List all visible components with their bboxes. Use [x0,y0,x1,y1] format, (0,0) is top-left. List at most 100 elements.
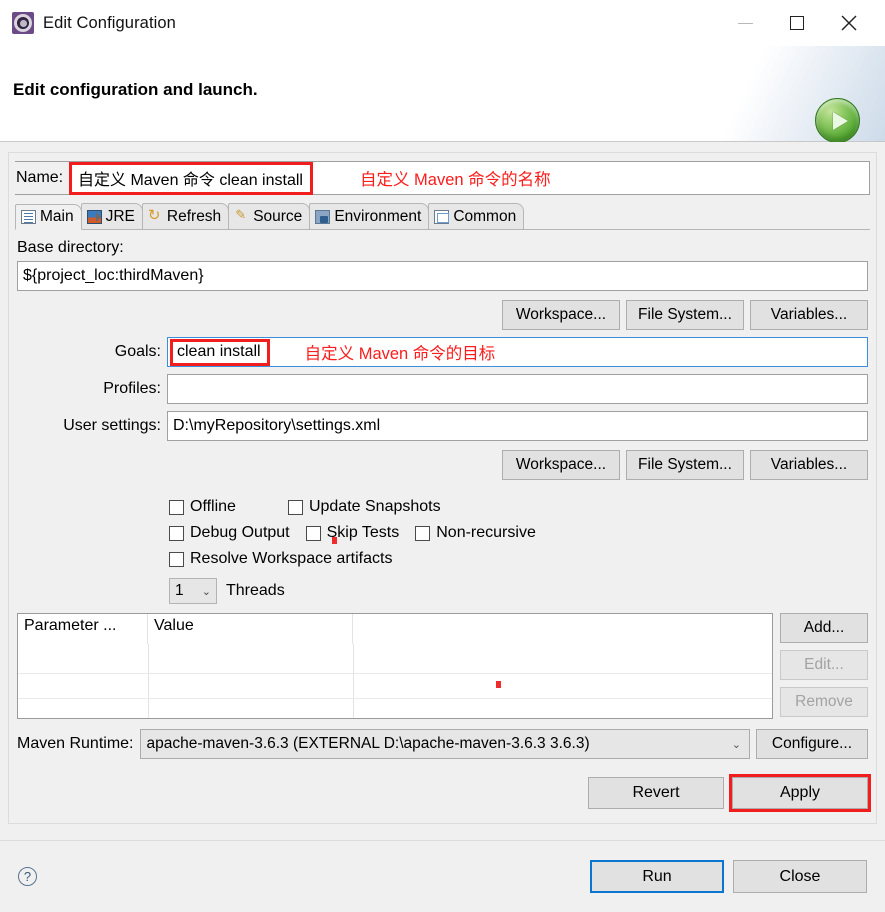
checkbox-row-3: Resolve Workspace artifacts [169,546,868,572]
name-value: 自定义 Maven 命令 clean install [69,161,313,195]
checkbox-row-1: Offline Update Snapshots [169,494,868,520]
column-parameter: Parameter ... [18,614,148,644]
config-panel: Name: 自定义 Maven 命令 clean install 自定义 Mav… [8,152,877,824]
edit-parameter-button: Edit... [780,650,868,680]
red-artifact-dot-upper [332,537,337,544]
dialog-footer: ? Run Close [0,840,885,912]
edit-configuration-window: Edit Configuration Edit configuration an… [0,0,885,912]
checkbox-debug-output[interactable] [169,525,184,541]
dialog-body: Name: 自定义 Maven 命令 clean install 自定义 Mav… [0,142,885,840]
run-button[interactable]: Run [590,860,724,893]
checkbox-row-2: Debug Output Skip Tests Non-recursive [169,520,868,546]
goals-annotation: 自定义 Maven 命令的目标 [304,345,496,363]
tab-environment[interactable]: Environment [309,203,430,229]
checkbox-update-snapshots-label: Update Snapshots [308,498,441,515]
settings-file-system-button[interactable]: File System... [626,450,744,480]
common-tab-icon [434,209,450,224]
checkbox-update-snapshots[interactable] [287,499,303,515]
environment-tab-icon [315,209,331,224]
base-file-system-button[interactable]: File System... [626,300,744,330]
revert-button[interactable]: Revert [588,777,724,809]
banner-title: Edit configuration and launch. [13,80,258,99]
close-icon [841,15,857,31]
red-artifact-dot-lower [496,681,501,688]
goals-input[interactable]: clean install 自定义 Maven 命令的目标 [167,337,868,367]
run-play-icon [815,98,860,143]
close-window-button[interactable] [823,0,875,46]
tab-jre-label: JRE [105,207,135,225]
checkbox-debug-output-label: Debug Output [190,524,290,541]
jre-tab-icon [86,209,102,224]
profiles-row: Profiles: [17,374,868,404]
base-directory-buttons: Workspace... File System... Variables... [17,300,868,330]
base-directory-input[interactable]: ${project_loc:thirdMaven} [17,261,868,291]
revert-apply-row: Revert Apply [15,774,871,812]
settings-variables-button[interactable]: Variables... [750,450,868,480]
checkbox-offline[interactable] [169,499,184,515]
column-extra [353,614,772,644]
goals-value: clean install [170,338,270,366]
user-settings-buttons: Workspace... File System... Variables... [17,450,868,480]
main-tab-icon [21,210,36,224]
options-checkboxes: Offline Update Snapshots Debug Output Sk… [17,494,868,572]
maven-runtime-value: apache-maven-3.6.3 (EXTERNAL D:\apache-m… [146,735,590,752]
parameters-table[interactable]: Parameter ... Value [17,613,773,719]
checkbox-non-recursive[interactable] [415,525,431,541]
goals-row: Goals: clean install 自定义 Maven 命令的目标 [17,337,868,367]
tab-bar: Main JRE Refresh Source Environment [15,203,870,230]
main-tab-panel: Base directory: ${project_loc:thirdMaven… [15,239,870,759]
window-title: Edit Configuration [43,13,176,32]
base-directory-label: Base directory: [17,239,124,256]
footer-buttons: Run Close [590,860,867,893]
tab-source[interactable]: Source [228,203,311,229]
profiles-input[interactable] [167,374,868,404]
goals-label: Goals: [114,343,161,360]
chevron-down-icon: ⌄ [201,585,211,598]
parameters-table-header: Parameter ... Value [18,614,772,644]
tab-jre[interactable]: JRE [80,203,143,229]
threads-label: Threads [226,582,285,599]
name-label: Name: [10,162,72,194]
window-controls [719,0,885,46]
base-workspace-button[interactable]: Workspace... [502,300,620,330]
checkbox-skip-tests-label: Skip Tests [326,524,400,541]
user-settings-input[interactable]: D:\myRepository\settings.xml [167,411,868,441]
tab-environment-label: Environment [334,207,422,225]
tab-common[interactable]: Common [428,203,525,229]
settings-workspace-button[interactable]: Workspace... [502,450,620,480]
title-bar: Edit Configuration [0,0,885,46]
close-button[interactable]: Close [733,860,867,893]
configure-button[interactable]: Configure... [756,729,868,759]
threads-stepper[interactable]: 1 ⌄ [169,578,217,604]
apply-button[interactable]: Apply [729,774,871,812]
dialog-banner: Edit configuration and launch. [0,46,885,143]
parameters-section: Parameter ... Value Add... Edit... Remov… [17,613,868,719]
name-annotation: 自定义 Maven 命令的名称 [359,171,551,189]
parameters-table-buttons: Add... Edit... Remove [780,613,868,719]
maven-runtime-select[interactable]: apache-maven-3.6.3 (EXTERNAL D:\apache-m… [139,729,750,759]
threads-row: 1 ⌄ Threads [17,578,868,604]
tab-source-label: Source [253,207,303,225]
gear-icon [12,12,34,34]
base-variables-button[interactable]: Variables... [750,300,868,330]
add-parameter-button[interactable]: Add... [780,613,868,643]
source-tab-icon [234,207,249,224]
tab-common-label: Common [453,207,517,225]
checkbox-resolve-workspace-artifacts-label: Resolve Workspace artifacts [190,550,393,567]
checkbox-skip-tests[interactable] [305,525,321,541]
tab-main[interactable]: Main [15,204,82,230]
checkbox-offline-label: Offline [190,498,236,515]
refresh-tab-icon [148,206,163,224]
name-row: Name: 自定义 Maven 命令 clean install 自定义 Mav… [10,161,870,195]
help-icon[interactable]: ? [18,867,37,886]
maximize-button[interactable] [771,0,823,46]
tab-refresh[interactable]: Refresh [141,203,230,229]
name-input[interactable]: 自定义 Maven 命令 clean install 自定义 Maven 命令的… [69,161,869,195]
checkbox-resolve-workspace-artifacts[interactable] [169,551,184,567]
minimize-button[interactable] [719,0,771,46]
remove-parameter-button: Remove [780,687,868,717]
threads-value: 1 [175,582,184,599]
maven-runtime-label: Maven Runtime: [17,735,134,752]
tab-refresh-label: Refresh [166,207,222,225]
tab-main-label: Main [40,208,74,225]
